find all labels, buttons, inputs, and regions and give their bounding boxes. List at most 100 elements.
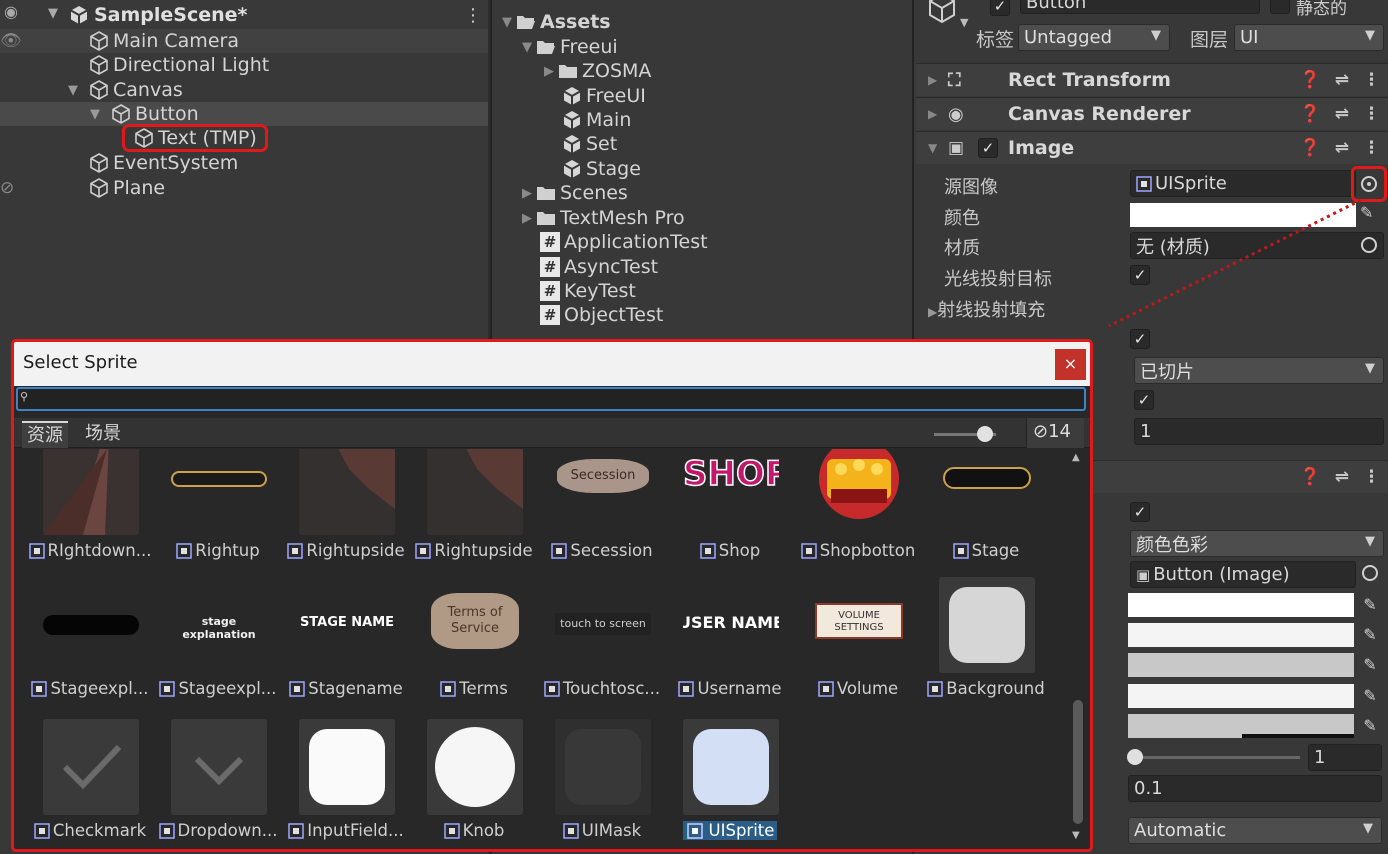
static-checkbox[interactable]	[1270, 0, 1290, 14]
project-script-applicationtest[interactable]: # ApplicationTest	[540, 230, 708, 254]
more-menu-icon[interactable]: ⋮	[1363, 467, 1380, 487]
expand-arrow-icon[interactable]: ▼	[90, 107, 110, 122]
expand-arrow-icon[interactable]: ▶	[540, 64, 558, 79]
hidden-count-toggle[interactable]: ⊘14	[1026, 418, 1084, 448]
hierarchy-item-button[interactable]: ▼ Button	[0, 102, 488, 126]
preset-icon[interactable]: ⇌	[1335, 70, 1349, 90]
scroll-up-arrow-icon[interactable]: ▲	[1072, 452, 1080, 463]
component-canvas-renderer[interactable]: ▶ ◉ Canvas Renderer ❓ ⇌ ⋮	[916, 97, 1388, 130]
sprite-cell-stageexplanation-2[interactable]: stage explanation Stageexpl...	[154, 577, 282, 707]
hierarchy-item-directional-light[interactable]: Directional Light	[88, 53, 269, 77]
project-script-objecttest[interactable]: # ObjectTest	[540, 303, 663, 327]
expand-arrow-icon[interactable]: ▶	[518, 211, 536, 226]
maskable-checkbox[interactable]: ✓	[1130, 329, 1150, 349]
image-enabled-checkbox[interactable]: ✓	[978, 138, 998, 158]
project-script-asynctest[interactable]: # AsyncTest	[540, 255, 658, 279]
slider-handle[interactable]	[977, 426, 993, 442]
expand-arrow-icon[interactable]: ▶	[928, 305, 937, 319]
project-folder-assets[interactable]: ▼ Assets	[498, 10, 611, 34]
icon-dropdown-arrow-icon[interactable]: ▼	[960, 16, 968, 29]
tag-dropdown[interactable]: Untagged ▼	[1018, 24, 1170, 51]
scroll-down-arrow-icon[interactable]: ▼	[1072, 830, 1080, 841]
expand-arrow-icon[interactable]: ▶	[518, 186, 536, 201]
dialog-titlebar[interactable]: Select Sprite ×	[14, 342, 1090, 386]
help-icon[interactable]: ❓	[1300, 104, 1321, 124]
preset-icon[interactable]: ⇌	[1335, 104, 1349, 124]
sprite-cell-terms[interactable]: Terms of Service Terms	[410, 577, 538, 707]
expand-arrow-icon[interactable]: ▼	[518, 40, 536, 55]
hierarchy-item-plane[interactable]: ⊘ Plane	[0, 176, 488, 200]
hierarchy-item-canvas[interactable]: ▼ Canvas	[68, 78, 183, 102]
slider-handle[interactable]	[1127, 749, 1143, 765]
project-scene-stage[interactable]: Stage	[562, 157, 641, 181]
tab-scene[interactable]: 场景	[80, 421, 126, 448]
interactable-checkbox[interactable]: ✓	[1130, 502, 1150, 522]
expand-arrow-icon[interactable]: ▼	[68, 83, 88, 98]
sprite-cell-uisprite-selected[interactable]: UISprite	[666, 719, 794, 849]
transition-dropdown[interactable]: 颜色色彩 ▼	[1130, 530, 1384, 557]
object-picker-icon[interactable]	[1361, 176, 1377, 192]
sprite-cell-secession[interactable]: Secession Secession	[538, 449, 666, 569]
preset-icon[interactable]: ⇌	[1335, 138, 1349, 158]
eyedropper-icon[interactable]: ✎	[1358, 593, 1382, 617]
fill-center-checkbox[interactable]: ✓	[1134, 390, 1154, 410]
sprite-cell-stageexplanation-1[interactable]: Stageexpl...	[26, 577, 154, 707]
project-folder-scenes[interactable]: ▶ Scenes	[518, 181, 628, 205]
hierarchy-item-eventsystem[interactable]: EventSystem	[88, 151, 238, 175]
more-menu-icon[interactable]: ⋮	[1363, 70, 1380, 90]
sprite-cell-touchtoscreen[interactable]: touch to screen Touchtosc...	[538, 577, 666, 707]
expand-arrow-icon[interactable]: ▶	[928, 73, 937, 87]
pixels-per-unit-field[interactable]: 1	[1134, 418, 1384, 445]
help-icon[interactable]: ❓	[1300, 467, 1321, 487]
search-input[interactable]: ⚲	[16, 387, 1086, 411]
expand-arrow-icon[interactable]: ▶	[928, 107, 937, 121]
sprite-cell-checkmark[interactable]: Checkmark	[26, 719, 154, 849]
hierarchy-item-main-camera[interactable]: 👁 Main Camera	[0, 29, 488, 53]
project-scene-main[interactable]: Main	[562, 108, 631, 132]
sprite-cell-shop[interactable]: SHOP Shop	[666, 449, 794, 569]
sprite-cell-shopbotton[interactable]: Shopbotton	[794, 449, 922, 569]
pressed-color-swatch[interactable]	[1128, 653, 1354, 677]
image-type-dropdown[interactable]: 已切片 ▼	[1134, 357, 1384, 384]
sprite-cell-dropdown[interactable]: Dropdown...	[154, 719, 282, 849]
project-folder-zosma[interactable]: ▶ ZOSMA	[540, 59, 651, 83]
expand-arrow-icon[interactable]: ▼	[48, 6, 58, 21]
active-checkbox[interactable]: ✓	[990, 0, 1010, 16]
tab-assets[interactable]: 资源	[22, 421, 68, 448]
more-menu-icon[interactable]: ⋮	[1363, 104, 1380, 124]
eyedropper-icon[interactable]: ✎	[1358, 684, 1382, 708]
sprite-cell-volume[interactable]: VOLUME SETTINGS Volume	[794, 577, 922, 707]
sprite-cell-rightdown[interactable]: RIghtdown...	[26, 449, 154, 569]
sprite-cell-stagename[interactable]: STAGE NAME Stagename	[282, 577, 410, 707]
source-image-field[interactable]: UISprite	[1130, 170, 1356, 197]
help-icon[interactable]: ❓	[1300, 138, 1321, 158]
hierarchy-scene-header[interactable]: ◉ ▼ SampleScene* ⋮	[0, 0, 488, 30]
navigation-dropdown[interactable]: Automatic ▼	[1128, 817, 1382, 844]
sprite-cell-uimask[interactable]: UIMask	[538, 719, 666, 849]
layer-dropdown[interactable]: UI ▼	[1234, 24, 1384, 51]
disabled-color-swatch[interactable]	[1128, 714, 1354, 738]
project-scene-freeui[interactable]: FreeUI	[562, 84, 646, 108]
close-button[interactable]: ×	[1055, 349, 1086, 380]
expand-arrow-icon[interactable]: ▼	[928, 141, 937, 155]
preset-icon[interactable]: ⇌	[1335, 467, 1349, 487]
sprite-cell-username[interactable]: USER NAME Username	[666, 577, 794, 707]
sprite-cell-stage[interactable]: Stage	[922, 449, 1050, 569]
project-folder-textmesh-pro[interactable]: ▶ TextMesh Pro	[518, 206, 685, 230]
scene-visibility-icon[interactable]: ◉	[4, 2, 18, 21]
more-menu-icon[interactable]: ⋮	[464, 5, 482, 26]
project-script-keytest[interactable]: # KeyTest	[540, 279, 636, 303]
fade-duration-field[interactable]: 0.1	[1128, 775, 1382, 802]
component-rect-transform[interactable]: ▶ ⛶ Rect Transform ❓ ⇌ ⋮	[916, 63, 1388, 96]
selected-color-swatch[interactable]	[1128, 684, 1354, 708]
sprite-cell-rightupside[interactable]: Rightupside	[282, 449, 410, 569]
sprite-cell-rightup[interactable]: Rightup	[154, 449, 282, 569]
raycast-padding-foldout[interactable]: ▶射线投射填充	[928, 296, 1045, 322]
color-multiplier-field[interactable]: 1	[1308, 744, 1382, 771]
highlighted-color-swatch[interactable]	[1128, 623, 1354, 647]
target-graphic-field[interactable]: ▣ Button (Image)	[1130, 561, 1356, 588]
project-scene-set[interactable]: Set	[562, 132, 617, 156]
vertical-scrollbar[interactable]: ▲ ▼	[1070, 452, 1086, 844]
expand-arrow-icon[interactable]: ▼	[498, 15, 516, 30]
color-multiplier-slider[interactable]	[1128, 756, 1300, 759]
